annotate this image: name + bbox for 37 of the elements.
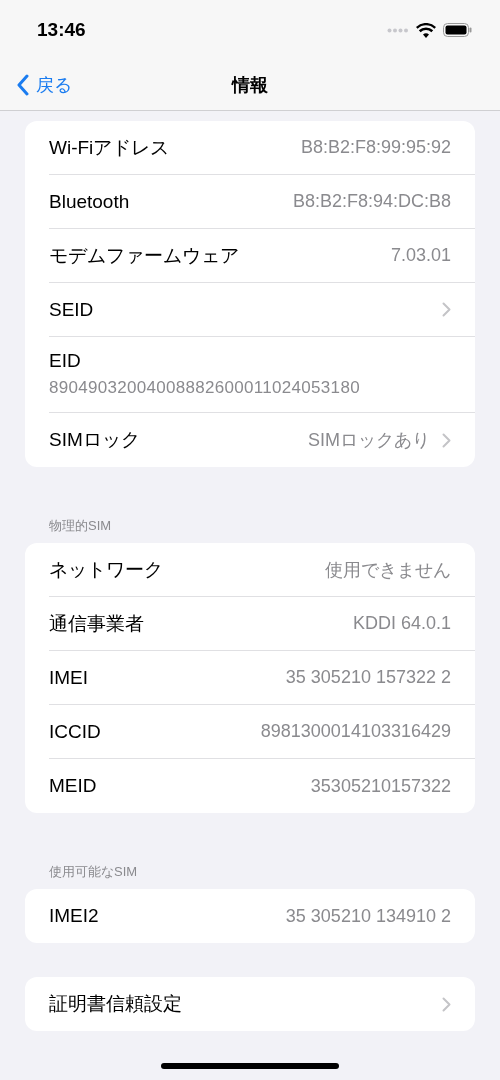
row-value: B8:B2:F8:99:95:92 bbox=[300, 137, 451, 158]
row-value: 8981300014103316429 bbox=[260, 721, 451, 742]
back-chevron-icon bbox=[16, 74, 30, 96]
row-label: IMEI2 bbox=[49, 905, 99, 927]
row-value: SIMロックあり bbox=[308, 429, 430, 452]
row-label: SEID bbox=[49, 298, 94, 321]
row-label: 証明書信頼設定 bbox=[49, 992, 182, 1016]
chevron-icon[interactable] bbox=[442, 302, 451, 317]
row-label: ICCID bbox=[49, 720, 101, 743]
row-value: 7.03.01 bbox=[390, 245, 451, 266]
row-value: B8:B2:F8:94:DC:B8 bbox=[292, 191, 451, 212]
row-label: SIMロック bbox=[49, 428, 140, 452]
row-label: Wi-Fiアドレス bbox=[49, 135, 170, 160]
section-header: 使用可能なSIM bbox=[48, 863, 139, 881]
section-header: 物理的SIM bbox=[48, 517, 113, 535]
battery-icon bbox=[443, 23, 472, 37]
row-label: Bluetooth bbox=[49, 190, 130, 213]
row-value: 35 305210 157322 2 bbox=[285, 667, 451, 688]
signal-dots-icon bbox=[387, 27, 409, 33]
chevron-icon[interactable] bbox=[442, 432, 451, 448]
row-value: 35305210157322 bbox=[310, 775, 451, 797]
status-time: 13:46 bbox=[37, 19, 86, 41]
row-value: 89049032004008882600011024053180 bbox=[49, 378, 360, 398]
home-indicator[interactable] bbox=[161, 1063, 339, 1069]
row-label: EID bbox=[49, 350, 81, 372]
row-label: ネットワーク bbox=[49, 557, 163, 582]
row-label: MEID bbox=[49, 775, 97, 797]
back-button[interactable]: 戻る bbox=[0, 73, 72, 97]
row-label: モデムファームウェア bbox=[49, 243, 239, 268]
chevron-icon[interactable] bbox=[442, 996, 451, 1012]
row-value: 35 305210 134910 2 bbox=[285, 905, 451, 927]
row-value: 使用できません bbox=[325, 558, 451, 582]
row-label: IMEI bbox=[49, 666, 89, 689]
nav-title: 情報 bbox=[232, 74, 268, 97]
wifi-icon bbox=[416, 22, 436, 38]
row-value: KDDI 64.0.1 bbox=[352, 613, 451, 634]
row-label: 通信事業者 bbox=[49, 611, 144, 636]
